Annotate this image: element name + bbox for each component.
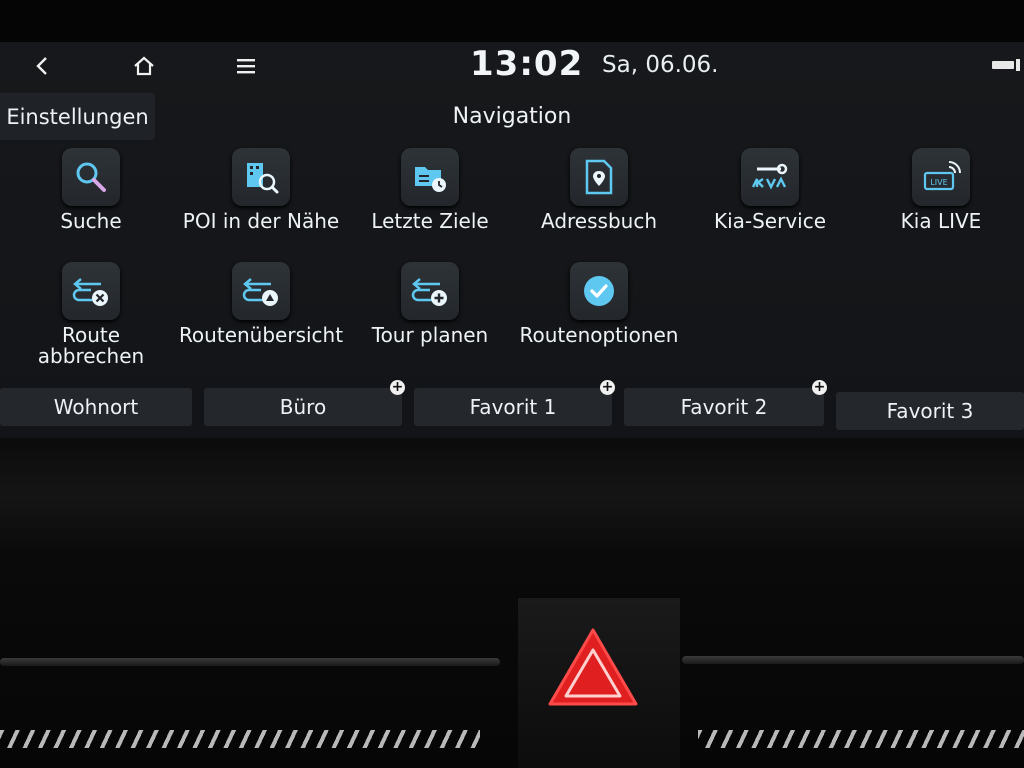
menu-item-label: Tour planen	[371, 323, 489, 347]
cancel-route-icon	[62, 262, 120, 320]
menu-item-route-overview[interactable]: Routenübersicht	[176, 262, 346, 372]
favorite-button-home[interactable]: Wohnort	[0, 388, 192, 426]
menu-item-address-book[interactable]: Adressbuch	[514, 148, 684, 258]
menu-item-recent-destinations[interactable]: Letzte Ziele	[345, 148, 515, 258]
add-favorite-2-icon[interactable]: +	[812, 380, 827, 395]
menu-item-label: Letzte Ziele	[371, 209, 489, 233]
menu-item-label: Routenübersicht	[178, 323, 344, 347]
back-arrow-icon	[36, 57, 47, 75]
add-favorite-1-icon[interactable]: +	[600, 380, 615, 395]
home-button[interactable]	[124, 48, 164, 84]
kia-service-icon	[741, 148, 799, 206]
menu-item-label: Route abbrechen	[37, 323, 145, 368]
clock: 13:02	[470, 44, 584, 84]
kia-live-icon: LIVE	[912, 148, 970, 206]
air-vent-left	[0, 658, 500, 666]
menu-item-poi-nearby[interactable]: POI in der Nähe	[176, 148, 346, 258]
favorite-button-2[interactable]: Favorit 2	[624, 388, 824, 426]
menu-item-label: Routenoptionen	[519, 323, 679, 347]
page-title: Navigation	[452, 104, 572, 129]
live-badge-text: LIVE	[930, 178, 947, 187]
favorite-button-3[interactable]: Favorit 3	[836, 392, 1024, 430]
add-favorite-office-icon[interactable]: +	[390, 380, 405, 395]
home-icon	[134, 56, 154, 76]
route-options-icon	[570, 262, 628, 320]
menu-item-cancel-route[interactable]: Route abbrechen	[6, 262, 176, 372]
date: Sa, 06.06.	[602, 52, 719, 78]
route-overview-icon	[232, 262, 290, 320]
back-button[interactable]	[22, 48, 62, 84]
menu-item-label: Adressbuch	[541, 209, 657, 233]
search-icon	[62, 148, 120, 206]
menu-item-label: Kia LIVE	[900, 209, 982, 233]
menu-item-search[interactable]: Suche	[6, 148, 176, 258]
menu-button[interactable]	[226, 48, 266, 84]
favorite-button-office[interactable]: Büro	[204, 388, 402, 426]
menu-item-kia-live[interactable]: LIVE Kia LIVE	[856, 148, 1024, 258]
vent-slats-left	[0, 730, 480, 748]
recent-destinations-icon	[401, 148, 459, 206]
kia-logo-icon	[992, 59, 1020, 71]
favorite-button-1[interactable]: Favorit 1	[414, 388, 612, 426]
menu-item-route-options[interactable]: Routenoptionen	[514, 262, 684, 372]
dashboard-panel	[0, 438, 1024, 768]
menu-item-plan-tour[interactable]: Tour planen	[345, 262, 515, 372]
plan-tour-icon	[401, 262, 459, 320]
menu-item-label: POI in der Nähe	[182, 209, 340, 233]
poi-nearby-icon	[232, 148, 290, 206]
menu-item-label: Kia-Service	[713, 209, 827, 233]
air-vent-right	[682, 656, 1024, 664]
infotainment-screen: 13:02 Sa, 06.06. Einstellungen Navigatio…	[0, 42, 1024, 438]
hamburger-menu-icon	[237, 59, 255, 74]
address-book-icon	[570, 148, 628, 206]
menu-item-kia-service[interactable]: Kia-Service	[685, 148, 855, 258]
status-bar: 13:02 Sa, 06.06.	[0, 42, 1024, 92]
hazard-warning-button[interactable]	[546, 626, 640, 708]
vent-slats-right	[698, 730, 1024, 748]
menu-item-label: Suche	[60, 209, 122, 233]
